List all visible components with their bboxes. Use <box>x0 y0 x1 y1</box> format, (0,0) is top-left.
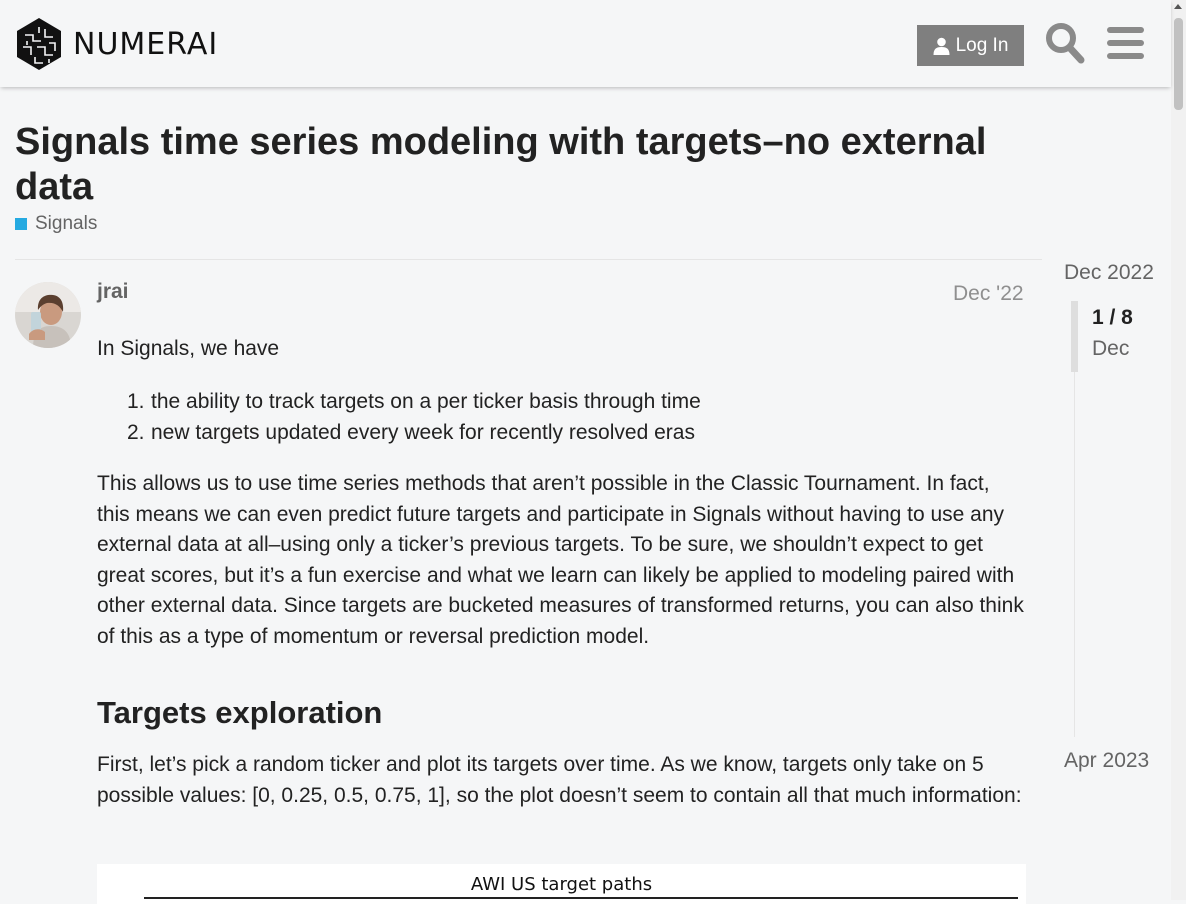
scrollbar-thumb[interactable] <box>1174 18 1183 110</box>
chart-image[interactable]: AWI US target paths <box>97 864 1026 904</box>
vertical-scrollbar[interactable] <box>1171 0 1186 900</box>
category-badge[interactable]: Signals <box>15 213 97 235</box>
topic-timeline: Dec 2022 1 / 8 Dec Apr 2023 <box>1058 259 1168 779</box>
timeline-current-date: Dec <box>1092 337 1130 360</box>
list-item: 1. the ability to track targets on a per… <box>127 387 701 418</box>
timeline-start-date[interactable]: Dec 2022 <box>1064 261 1154 285</box>
user-icon <box>933 37 950 55</box>
post-date[interactable]: Dec '22 <box>953 282 1024 306</box>
post-paragraph: This allows us to use time series method… <box>97 472 1024 648</box>
login-label: Log In <box>955 34 1009 56</box>
numerai-logo-icon <box>17 18 61 70</box>
search-icon[interactable] <box>1045 22 1085 64</box>
timeline-position: 1 / 8 <box>1092 306 1133 329</box>
post-intro: In Signals, we have <box>97 337 280 360</box>
post-list: 1. the ability to track targets on a per… <box>127 387 701 448</box>
list-text: new targets updated every week for recen… <box>151 420 695 444</box>
site-header: NUMERAI Log In <box>0 0 1171 87</box>
category-color-swatch <box>15 218 27 230</box>
numerai-logo[interactable]: NUMERAI <box>15 17 218 71</box>
list-number: 2. <box>127 420 145 444</box>
scroll-up-arrow-icon[interactable] <box>1174 4 1182 9</box>
list-text: the ability to track targets on a per ti… <box>151 390 701 413</box>
category-label: Signals <box>35 213 98 234</box>
avatar[interactable] <box>15 282 81 348</box>
section-heading[interactable]: Targets exploration <box>97 697 382 729</box>
login-button[interactable]: Log In <box>917 25 1024 66</box>
timeline-handle[interactable] <box>1071 301 1078 372</box>
avatar-image <box>15 282 81 348</box>
topic-title[interactable]: Signals time series modeling with target… <box>15 120 1025 210</box>
timeline-end-date[interactable]: Apr 2023 <box>1064 749 1149 773</box>
topic-divider <box>15 259 1042 260</box>
post-username[interactable]: jrai <box>97 280 129 304</box>
post-paragraph-2: First, let’s pick a random ticker and pl… <box>97 753 1022 807</box>
list-item: 2. new targets updated every week for re… <box>127 418 701 449</box>
logo-text: NUMERAI <box>73 26 219 62</box>
chart-image-axis <box>144 897 1018 899</box>
hamburger-menu-icon[interactable] <box>1107 26 1144 60</box>
list-number: 1. <box>127 390 145 413</box>
chart-image-title: AWI US target paths <box>470 874 653 895</box>
